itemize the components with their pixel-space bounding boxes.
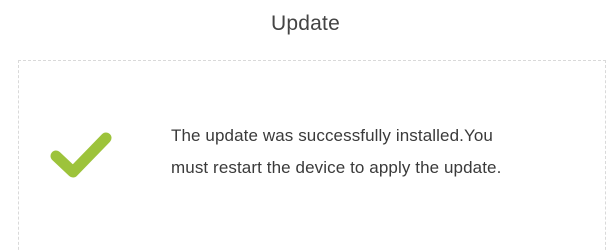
status-message-line-2: must restart the device to apply the upd… [171,158,502,177]
dialog-title: Update [271,12,340,35]
status-message: The update was successfully installed.Yo… [171,120,591,184]
checkmark-icon [50,132,112,178]
status-message-line-1: The update was successfully installed.Yo… [171,126,493,145]
update-dialog: Update The update was successfully insta… [0,0,611,252]
